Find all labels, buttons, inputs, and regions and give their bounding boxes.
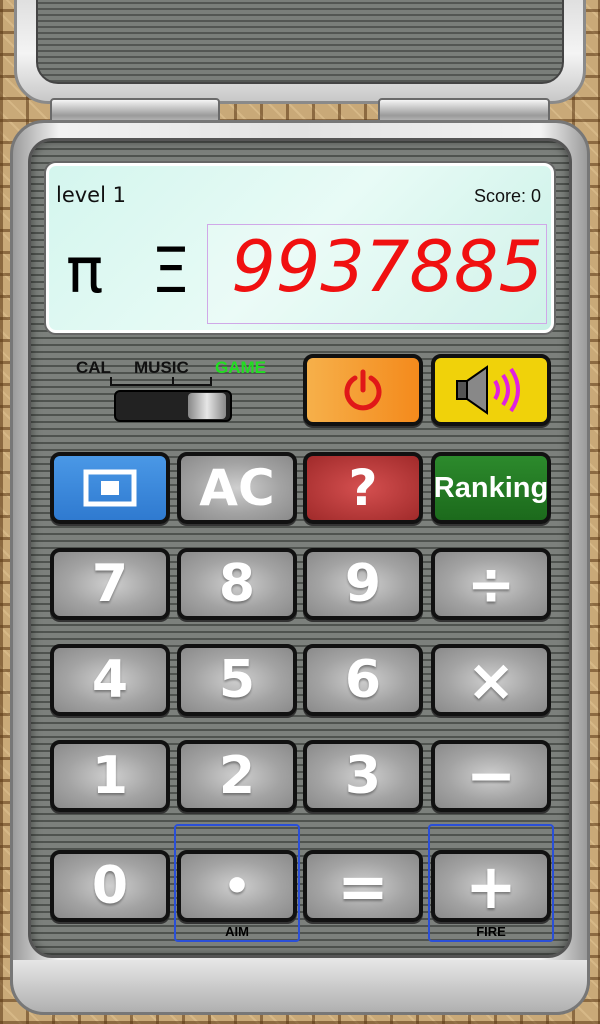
aim-label: AIM — [225, 924, 249, 939]
incoming-number: 9937885 — [231, 226, 543, 308]
key-1[interactable]: 1 — [50, 740, 170, 812]
key-multiply[interactable]: × — [431, 644, 551, 716]
switch-tick-line — [110, 384, 212, 386]
key-divide[interactable]: ÷ — [431, 548, 551, 620]
key-5[interactable]: 5 — [177, 644, 297, 716]
ranking-button[interactable]: Ranking — [431, 452, 551, 524]
power-icon — [344, 369, 382, 411]
key-3[interactable]: 3 — [303, 740, 423, 812]
key-8[interactable]: 8 — [177, 548, 297, 620]
mode-switch-knob[interactable] — [188, 393, 226, 419]
help-button[interactable]: ? — [303, 452, 423, 524]
switch-tick — [172, 377, 174, 385]
key-0[interactable]: 0 — [50, 850, 170, 922]
calculator-bottom-rim — [10, 960, 590, 1015]
mode-label-game[interactable]: GAME — [215, 358, 266, 378]
mode-label-music[interactable]: MUSIC — [134, 358, 189, 378]
power-button[interactable] — [303, 354, 423, 426]
enemy-symbols: π Ξ — [66, 234, 205, 307]
key-minus[interactable]: − — [431, 740, 551, 812]
level-indicator: level 1 — [56, 183, 126, 207]
mode-label-cal[interactable]: CAL — [76, 358, 111, 378]
key-plus-fire[interactable]: + — [431, 850, 551, 923]
lid-grille — [36, 0, 564, 84]
key-2[interactable]: 2 — [177, 740, 297, 812]
fire-label: FIRE — [476, 924, 506, 939]
score-display: Score: 0 — [474, 186, 542, 206]
switch-tick — [210, 377, 212, 385]
key-dot-aim[interactable]: • — [177, 850, 297, 922]
clear-button[interactable]: AC — [177, 452, 297, 524]
key-9[interactable]: 9 — [303, 548, 423, 620]
screenshot-button[interactable] — [50, 452, 170, 524]
screenshot-icon — [83, 469, 137, 507]
speaker-volume-icon — [456, 365, 520, 415]
sound-button[interactable] — [431, 354, 551, 426]
key-equals[interactable]: = — [303, 850, 423, 923]
key-4[interactable]: 4 — [50, 644, 170, 716]
key-7[interactable]: 7 — [50, 548, 170, 620]
key-6[interactable]: 6 — [303, 644, 423, 716]
